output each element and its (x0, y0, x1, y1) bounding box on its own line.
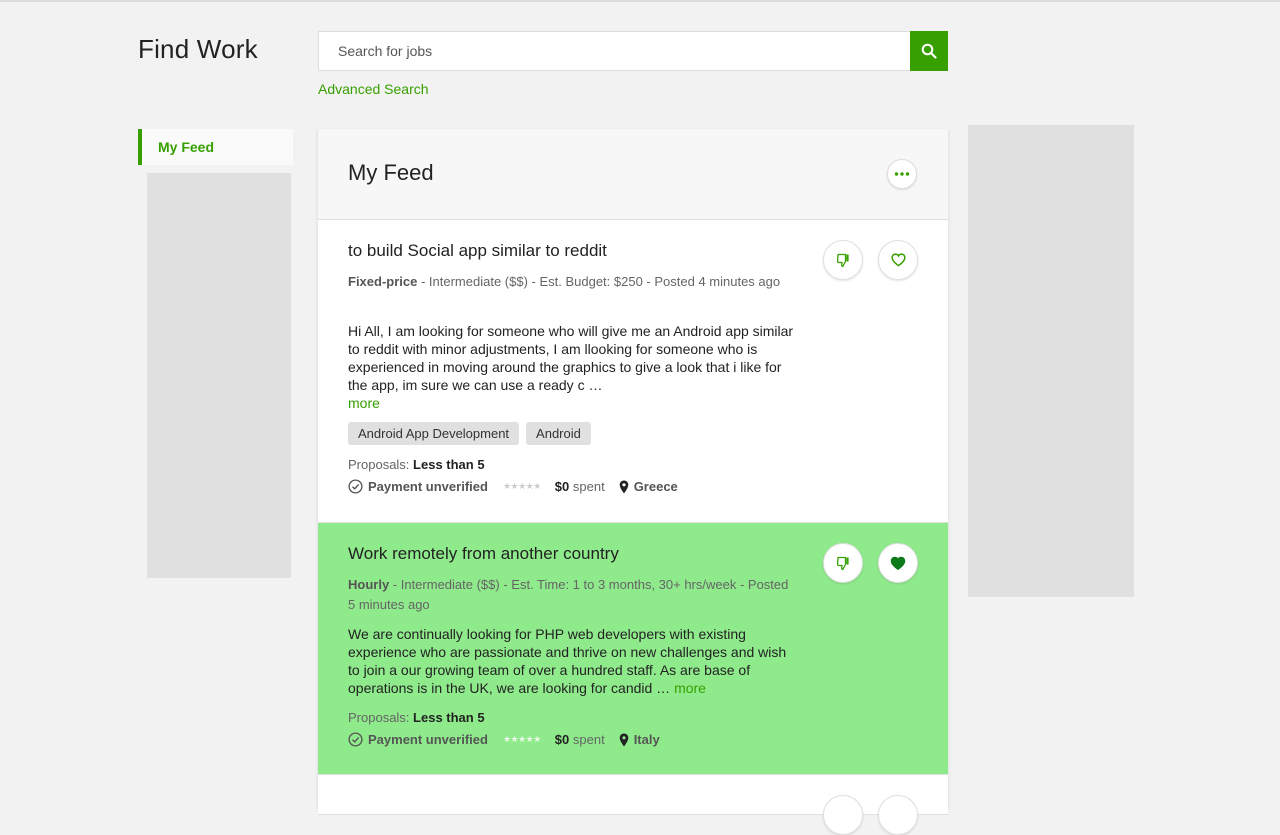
client-spent: $0 spent (555, 479, 605, 494)
thumbs-down-icon (836, 556, 849, 570)
feed-title: My Feed (348, 160, 434, 185)
spent-amount: $0 (554, 732, 570, 747)
proposals-value: Less than 5 (413, 457, 485, 472)
skill-tags: Android App Development Android (348, 422, 591, 445)
top-border (0, 0, 1280, 2)
thumbs-down-icon (836, 253, 849, 267)
rating-stars: ★★★★★ (502, 734, 541, 744)
proposals-label: Proposals: (348, 710, 410, 725)
page-title: Find Work (138, 34, 258, 64)
spent-label: spent (572, 732, 605, 747)
payment-unverified-icon (348, 479, 363, 494)
save-job-button[interactable] (878, 240, 918, 280)
right-column-placeholder (968, 125, 1134, 597)
proposals-info: Proposals: Less than 5 (348, 457, 485, 472)
rating-stars: ★★★★★ (502, 481, 541, 491)
proposals-label: Proposals: (348, 457, 410, 472)
spent-amount: $0 (554, 479, 570, 494)
advanced-search-link[interactable]: Advanced Search (318, 81, 429, 97)
proposals-info: Proposals: Less than 5 (348, 710, 485, 725)
dislike-button[interactable] (823, 795, 863, 835)
client-location: Italy (619, 732, 660, 747)
heart-outline-icon (890, 253, 906, 267)
location-name: Italy (633, 732, 660, 747)
skill-tag[interactable]: Android (526, 422, 591, 445)
job-title[interactable]: Work remotely from another country (348, 544, 619, 564)
skill-tag[interactable]: Android App Development (348, 422, 520, 445)
client-location: Greece (619, 479, 678, 494)
feed-options-button[interactable] (887, 159, 917, 189)
feed-panel: My Feed to build Social app similar to r… (318, 129, 948, 835)
sidebar-placeholder (147, 173, 291, 578)
job-type: Hourly (348, 577, 390, 592)
payment-status: Payment unverified (368, 479, 488, 494)
job-tile-partial[interactable] (318, 775, 948, 835)
payment-status: Payment unverified (368, 732, 488, 747)
dislike-button[interactable] (823, 543, 863, 583)
more-options-icon (894, 172, 910, 176)
job-title[interactable]: to build Social app similar to reddit (348, 241, 607, 261)
heart-filled-icon (890, 556, 906, 570)
search-input[interactable] (318, 31, 910, 71)
job-description: We are continually looking for PHP web d… (348, 625, 798, 697)
search-icon (921, 43, 937, 59)
job-meta: Fixed-price - Intermediate ($$) - Est. B… (348, 272, 798, 292)
client-info: Payment unverified ★★★★★ $0 spent Greece (348, 479, 678, 494)
save-job-button[interactable] (878, 795, 918, 835)
job-meta-details: - Intermediate ($$) - Est. Time: 1 to 3 … (348, 577, 789, 612)
feed-header: My Feed (318, 129, 948, 220)
search-button[interactable] (910, 31, 948, 71)
location-pin-icon (619, 733, 628, 746)
proposals-value: Less than 5 (413, 710, 485, 725)
job-meta: Hourly - Intermediate ($$) - Est. Time: … (348, 575, 798, 615)
saved-job-button[interactable] (878, 543, 918, 583)
more-link[interactable]: more (348, 395, 380, 411)
client-spent: $0 spent (555, 732, 605, 747)
job-tile[interactable]: to build Social app similar to reddit Fi… (318, 220, 948, 523)
job-type: Fixed-price (348, 274, 418, 289)
payment-unverified-icon (348, 732, 363, 747)
job-description-text: We are continually looking for PHP web d… (348, 626, 787, 696)
more-link[interactable]: more (674, 680, 706, 696)
client-info: Payment unverified ★★★★★ $0 spent Italy (348, 732, 660, 747)
job-description: Hi All, I am looking for someone who wil… (348, 322, 798, 412)
job-description-text: Hi All, I am looking for someone who wil… (348, 323, 794, 393)
sidebar-item-my-feed[interactable]: My Feed (138, 129, 293, 165)
location-name: Greece (633, 479, 678, 494)
job-meta-details: - Intermediate ($$) - Est. Budget: $250 … (417, 274, 781, 289)
job-tile[interactable]: Work remotely from another country Hourl… (318, 523, 948, 775)
spent-label: spent (572, 479, 605, 494)
dislike-button[interactable] (823, 240, 863, 280)
search-bar (318, 31, 948, 71)
location-pin-icon (619, 480, 628, 493)
